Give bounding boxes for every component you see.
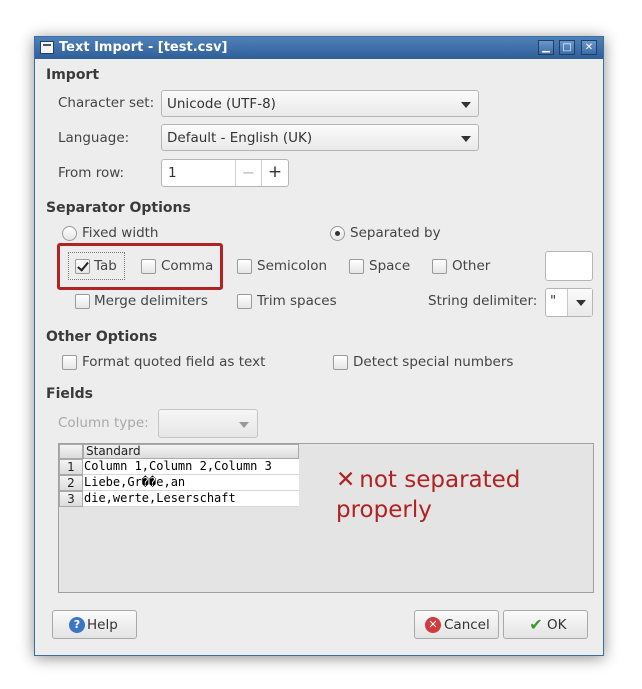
- format-quoted-label[interactable]: Format quoted field as text: [82, 354, 265, 370]
- trim-spaces-label[interactable]: Trim spaces: [257, 293, 337, 309]
- format-quoted-checkbox[interactable]: [62, 355, 77, 370]
- space-label[interactable]: Space: [369, 258, 410, 274]
- detect-special-label[interactable]: Detect special numbers: [353, 354, 513, 370]
- row-number: 2: [59, 475, 83, 491]
- import-section-title: Import: [46, 67, 100, 83]
- charset-combo[interactable]: Unicode (UTF-8): [161, 90, 479, 117]
- merge-delimiters-label[interactable]: Merge delimiters: [94, 293, 208, 309]
- string-delimiter-value[interactable]: ": [550, 293, 556, 309]
- table-row[interactable]: Column 1,Column 2,Column 3: [83, 459, 299, 475]
- chevron-down-icon: [239, 422, 249, 428]
- highlight-annotation-box: [57, 243, 223, 290]
- separated-by-radio[interactable]: [330, 226, 345, 241]
- trim-spaces-checkbox[interactable]: [237, 294, 252, 309]
- chevron-down-icon: [461, 136, 471, 142]
- annotation-line-2: properly: [336, 497, 432, 523]
- close-button[interactable]: ✕: [581, 40, 597, 55]
- maximize-button[interactable]: □: [559, 40, 575, 55]
- other-label[interactable]: Other: [452, 258, 490, 274]
- column-type-combo[interactable]: [158, 409, 258, 438]
- from-row-value[interactable]: 1: [168, 165, 177, 181]
- annotation-line-1: not separated: [359, 467, 521, 493]
- red-x-icon: ✕: [336, 467, 356, 493]
- text-import-dialog: Text Import - [test.csv] ▁ □ ✕ Import Ch…: [34, 36, 604, 656]
- column-header[interactable]: Standard: [83, 444, 299, 459]
- column-type-label: Column type:: [58, 415, 149, 431]
- detect-special-checkbox[interactable]: [333, 355, 348, 370]
- language-label: Language:: [58, 130, 130, 146]
- window-menu-icon[interactable]: [40, 41, 54, 54]
- language-value: Default - English (UK): [167, 130, 313, 146]
- string-delimiter-combo[interactable]: ": [545, 288, 593, 317]
- increment-button[interactable]: +: [261, 160, 288, 186]
- from-row-label: From row:: [58, 165, 125, 181]
- chevron-down-icon: [461, 102, 471, 108]
- fixed-width-label[interactable]: Fixed width: [82, 225, 159, 241]
- window-title: Text Import - [test.csv]: [59, 40, 228, 55]
- string-delimiter-label: String delimiter:: [428, 293, 538, 309]
- other-options-section-title: Other Options: [46, 329, 158, 345]
- merge-delimiters-checkbox[interactable]: [75, 294, 90, 309]
- ok-label: OK: [547, 617, 567, 633]
- semicolon-label[interactable]: Semicolon: [257, 258, 327, 274]
- help-icon: ?: [69, 617, 85, 633]
- charset-value: Unicode (UTF-8): [167, 96, 276, 112]
- separated-by-label[interactable]: Separated by: [350, 225, 441, 241]
- row-number: 1: [59, 459, 83, 475]
- title-bar[interactable]: Text Import - [test.csv] ▁ □ ✕: [35, 37, 603, 59]
- table-row[interactable]: die,werte,Leserschaft: [83, 491, 299, 507]
- space-checkbox[interactable]: [349, 259, 364, 274]
- semicolon-checkbox[interactable]: [237, 259, 252, 274]
- fixed-width-radio[interactable]: [62, 226, 77, 241]
- fields-section-title: Fields: [46, 386, 94, 402]
- cancel-button[interactable]: ✕ Cancel: [414, 610, 499, 639]
- minimize-button[interactable]: ▁: [538, 40, 554, 55]
- string-delimiter-dropdown[interactable]: [567, 289, 592, 316]
- checkmark-icon: ✔: [529, 615, 543, 634]
- charset-label: Character set:: [58, 95, 155, 111]
- other-checkbox[interactable]: [432, 259, 447, 274]
- language-combo[interactable]: Default - English (UK): [161, 124, 479, 151]
- other-separator-input[interactable]: [545, 251, 593, 281]
- help-label: Help: [87, 617, 118, 633]
- decrement-button[interactable]: −: [235, 160, 261, 186]
- cancel-icon: ✕: [425, 617, 441, 633]
- row-number: 3: [59, 491, 83, 507]
- help-button[interactable]: ? Help: [52, 610, 137, 639]
- ok-button[interactable]: ✔ OK: [503, 610, 588, 639]
- from-row-spinbox[interactable]: 1 − +: [161, 159, 289, 187]
- chevron-down-icon: [576, 300, 586, 306]
- separator-section-title: Separator Options: [46, 200, 191, 216]
- grid-corner: [59, 444, 83, 459]
- cancel-label: Cancel: [444, 617, 490, 633]
- annotation-text: ✕ not separated properly: [336, 465, 520, 525]
- table-row[interactable]: Liebe,Gr��e,an: [83, 475, 299, 491]
